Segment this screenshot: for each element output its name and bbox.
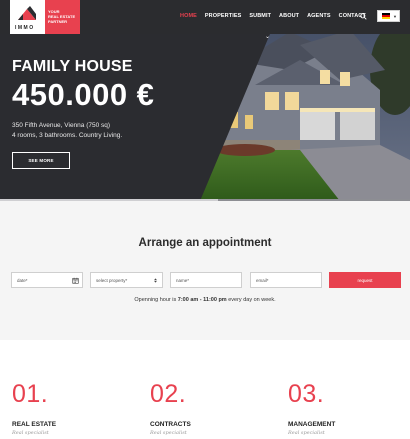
hero-address: 350 Fifth Avenue, Vienna (750 sq) (12, 122, 111, 129)
service-title: REAL ESTATE (12, 421, 57, 428)
name-placeholder: name* (176, 277, 190, 283)
email-placeholder: email* (256, 277, 269, 283)
logo-text: IMMO (15, 25, 35, 31)
date-placeholder: date* (17, 277, 28, 283)
service-title: MANAGEMENT (288, 421, 336, 428)
hero-title: FAMILY HOUSE (12, 58, 133, 75)
germany-flag-icon (382, 13, 390, 19)
service-item: 03. MANAGEMENT Real specialist (288, 340, 335, 436)
main-nav: HOME PROPERTIES SUBMIT ABOUT AGENTS CONT… (180, 13, 366, 19)
service-item: 02. CONTRACTS Real specialist (150, 340, 191, 436)
logo[interactable]: IMMO YOUR REAL ESTATE PARTNER (10, 0, 80, 34)
hero-text: FAMILY HOUSE 450.000 € 350 Fifth Avenue,… (12, 58, 154, 141)
property-select[interactable]: select property* (90, 272, 163, 288)
hero-details: 4 rooms, 3 bathrooms. Country Living. (12, 132, 123, 139)
search-icon[interactable] (360, 13, 367, 20)
service-number: 01. (12, 380, 49, 408)
service-title: CONTRACTS (150, 421, 191, 428)
service-subtitle: Real specialist (150, 430, 187, 436)
hero-section: IMMO YOUR REAL ESTATE PARTNER HOME PROPE… (0, 0, 410, 201)
logo-tagline: YOUR REAL ESTATE PARTNER (45, 0, 80, 34)
scroll-down-icon[interactable]: ⌄ (265, 33, 270, 40)
service-item: 01. REAL ESTATE Real specialist (12, 340, 56, 436)
nav-about[interactable]: ABOUT (279, 13, 299, 19)
property-placeholder: select property* (96, 277, 128, 283)
appointment-section: Arrange an appointment date* select prop… (0, 201, 410, 340)
hero-price: 450.000 € (12, 77, 155, 112)
services-section: 01. REAL ESTATE Real specialist 02. CONT… (0, 340, 410, 439)
language-selector[interactable]: ▼ (377, 10, 400, 22)
opening-suffix: every day on week. (226, 297, 276, 303)
select-arrows-icon (154, 278, 157, 283)
house-logo-icon (18, 6, 36, 20)
tagline-line: PARTNER (48, 19, 68, 24)
nav-agents[interactable]: AGENTS (307, 13, 331, 19)
service-number: 02. (150, 380, 187, 408)
opening-prefix: Openning hour is (134, 297, 178, 303)
date-field[interactable]: date* (11, 272, 83, 288)
opening-hours: 7:00 am - 11:00 pm (177, 297, 227, 303)
nav-home[interactable]: HOME (180, 13, 197, 19)
service-number: 03. (288, 380, 325, 408)
see-more-button[interactable]: SEE MORE (12, 152, 70, 169)
calendar-icon[interactable] (72, 277, 79, 284)
logo-mark: IMMO (10, 0, 45, 34)
service-subtitle: Real specialist (12, 430, 49, 436)
service-subtitle: Real specialist (288, 430, 325, 436)
nav-submit[interactable]: SUBMIT (249, 13, 271, 19)
opening-hours-text: Openning hour is 7:00 am - 11:00 pm ever… (0, 297, 410, 303)
request-button[interactable]: request (329, 272, 401, 288)
chevron-down-icon: ▼ (393, 13, 397, 19)
appointment-title: Arrange an appointment (138, 237, 272, 249)
email-field[interactable]: email* (250, 272, 322, 288)
name-field[interactable]: name* (170, 272, 242, 288)
nav-properties[interactable]: PROPERTIES (205, 13, 241, 19)
